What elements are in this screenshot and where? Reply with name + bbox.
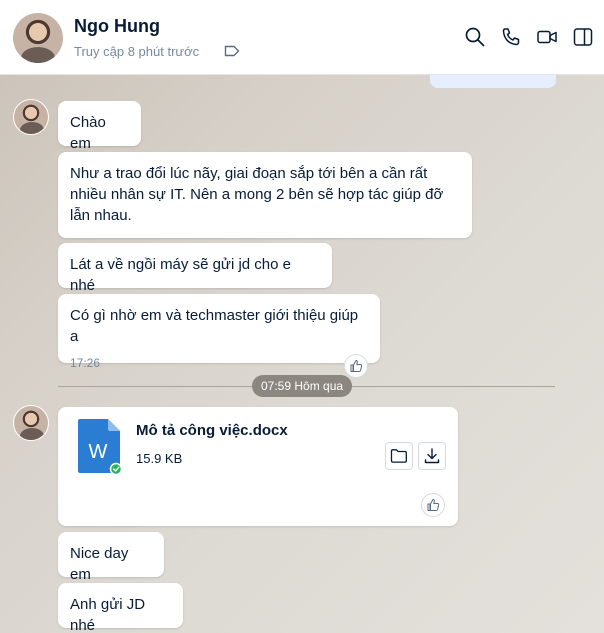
message-bubble[interactable]: Chào em: [58, 101, 141, 152]
message-text: Nice day em: [70, 545, 129, 583]
message-text: Chào em: [70, 114, 106, 152]
message-bubble[interactable]: Anh gửi JD nhé: [58, 583, 183, 633]
message-text: Như a trao đổi lúc nãy, giai đoạn sắp tớ…: [70, 165, 444, 224]
download-icon: [424, 448, 440, 464]
avatar[interactable]: [13, 99, 49, 135]
thumbs-up-icon[interactable]: [344, 354, 368, 378]
download-button[interactable]: [418, 442, 446, 470]
phone-icon[interactable]: [500, 26, 522, 48]
previous-message-edge: [430, 74, 556, 88]
folder-icon: [390, 449, 407, 463]
video-icon[interactable]: [536, 26, 558, 48]
message-text: Lát a về ngồi máy sẽ gửi jd cho e nhé: [70, 256, 292, 294]
tag-icon[interactable]: [224, 45, 240, 57]
sidebar-toggle-icon[interactable]: [572, 26, 594, 48]
word-document-icon: W: [78, 419, 122, 474]
message-bubble[interactable]: Nice day em: [58, 532, 164, 583]
avatar[interactable]: [13, 13, 63, 63]
search-icon[interactable]: [464, 26, 486, 48]
file-name[interactable]: Mô tả công việc.docx: [136, 422, 288, 439]
message-text: Có gì nhờ em và techmaster giới thiệu gi…: [70, 307, 359, 345]
avatar[interactable]: [13, 405, 49, 441]
file-type-letter: W: [89, 441, 108, 463]
message-bubble[interactable]: Lát a về ngồi máy sẽ gửi jd cho e nhé: [58, 243, 332, 294]
message-bubble[interactable]: Có gì nhờ em và techmaster giới thiệu gi…: [58, 294, 380, 370]
last-seen-status: Truy cập 8 phút trước: [74, 44, 200, 59]
file-size: 15.9 KB: [136, 451, 183, 466]
chat-header: Ngo Hung Truy cập 8 phút trước: [0, 0, 604, 75]
message-time: 17:26: [70, 356, 101, 370]
message-bubble[interactable]: Như a trao đổi lúc nãy, giai đoạn sắp tớ…: [58, 152, 472, 238]
open-folder-button[interactable]: [385, 442, 413, 470]
message-text: Anh gửi JD nhé: [70, 596, 146, 633]
thumbs-up-icon[interactable]: [421, 493, 445, 517]
date-divider: 07:59 Hôm qua: [252, 375, 353, 397]
contact-name[interactable]: Ngo Hung: [74, 16, 160, 37]
